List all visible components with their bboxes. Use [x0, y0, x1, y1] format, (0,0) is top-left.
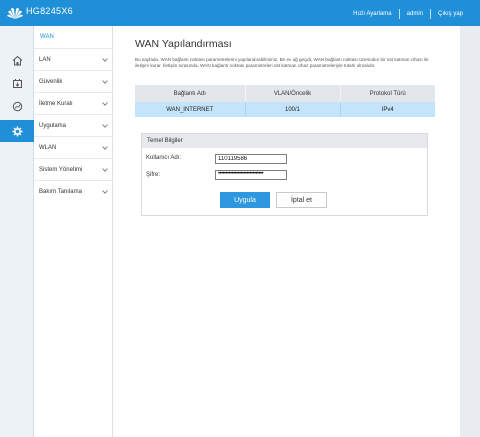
wan-connection-table: Bağlantı Adı VLAN/Öncelik Protokol Türü …	[135, 85, 435, 117]
sidebar-item-security[interactable]: Güvenlik	[34, 70, 113, 92]
password-input[interactable]: ••••••••••••••••••••••••••••••	[215, 170, 287, 180]
sidebar-item-lan[interactable]: LAN	[34, 48, 113, 70]
rail-item-home[interactable]	[0, 49, 34, 71]
sidebar-item-forwarding[interactable]: İletme Kuralı	[34, 92, 113, 114]
sidebar-item-application[interactable]: Uygulama	[34, 114, 113, 136]
huawei-logo-icon	[7, 8, 23, 19]
chevron-down-icon	[102, 57, 108, 62]
sidebar-item-diagnostics[interactable]: Bakım Tanılama	[34, 180, 113, 202]
chevron-down-icon	[102, 123, 108, 128]
divider	[398, 9, 400, 19]
main-panel: WAN Yapılandırması Bu sayfada, WAN bağla…	[113, 26, 460, 437]
device-model: HG8245X6	[26, 6, 73, 16]
column-header: Protokol Türü	[340, 85, 435, 102]
quick-setup-link[interactable]: Hızlı Ayarlama	[353, 11, 392, 17]
section-title: Temel Bilgiler	[142, 134, 427, 148]
column-header: VLAN/Öncelik	[245, 85, 341, 102]
apply-button[interactable]: Uygula	[220, 192, 270, 208]
rail-item-network[interactable]	[0, 72, 34, 94]
sidebar-item-wlan[interactable]: WLAN	[34, 136, 113, 158]
table-cell: 100/1	[245, 102, 341, 117]
page-description: Bu sayfada, WAN bağlantı noktası paramet…	[135, 57, 429, 68]
cancel-button[interactable]: İptal et	[276, 192, 327, 208]
username-label: Kullanıcı Adı:	[146, 155, 182, 161]
column-header: Bağlantı Adı	[135, 85, 246, 102]
sidebar-menu: WAN LAN Güvenlik İletme Kuralı Uygulama …	[34, 26, 113, 437]
sidebar-item-label: Uygulama	[39, 122, 67, 129]
table-row[interactable]: WAN_INTERNET 100/1 IPv4	[135, 102, 435, 117]
rail-item-settings[interactable]	[0, 120, 34, 142]
chevron-down-icon	[102, 79, 108, 84]
sidebar-item-wan[interactable]: WAN	[34, 26, 112, 48]
top-links: Hızlı Ayarlama admin Çıkış yap	[353, 9, 463, 19]
chevron-down-icon	[102, 101, 108, 106]
network-box-icon	[12, 78, 22, 88]
sidebar-item-label: Güvenlik	[39, 78, 63, 85]
sidebar-item-label: Sistem Yönetimi	[39, 166, 83, 173]
page-title: WAN Yapılandırması	[135, 38, 232, 50]
rail-item-status[interactable]	[0, 95, 34, 117]
sidebar-item-label: LAN	[39, 56, 51, 63]
logout-link[interactable]: Çıkış yap	[438, 11, 463, 17]
icon-rail	[0, 26, 34, 437]
chevron-down-icon	[102, 167, 108, 172]
gear-icon	[12, 126, 22, 136]
gauge-icon	[12, 101, 22, 111]
sidebar-item-label: Bakım Tanılama	[39, 188, 82, 195]
user-link[interactable]: admin	[407, 11, 423, 17]
top-header-bar: HG8245X6 Hızlı Ayarlama admin Çıkış yap	[0, 0, 480, 26]
home-icon	[12, 55, 22, 65]
sidebar-item-system[interactable]: Sistem Yönetimi	[34, 158, 113, 180]
table-header-row: Bağlantı Adı VLAN/Öncelik Protokol Türü	[135, 85, 435, 102]
table-cell: WAN_INTERNET	[135, 102, 246, 117]
password-label: Şifre:	[146, 172, 161, 178]
sidebar-item-label: İletme Kuralı	[39, 100, 73, 107]
sidebar-item-label: WLAN	[39, 144, 57, 151]
chevron-down-icon	[102, 189, 108, 194]
table-cell: IPv4	[340, 102, 435, 117]
username-input[interactable]	[215, 154, 287, 164]
divider	[429, 9, 431, 19]
chevron-down-icon	[102, 145, 108, 150]
